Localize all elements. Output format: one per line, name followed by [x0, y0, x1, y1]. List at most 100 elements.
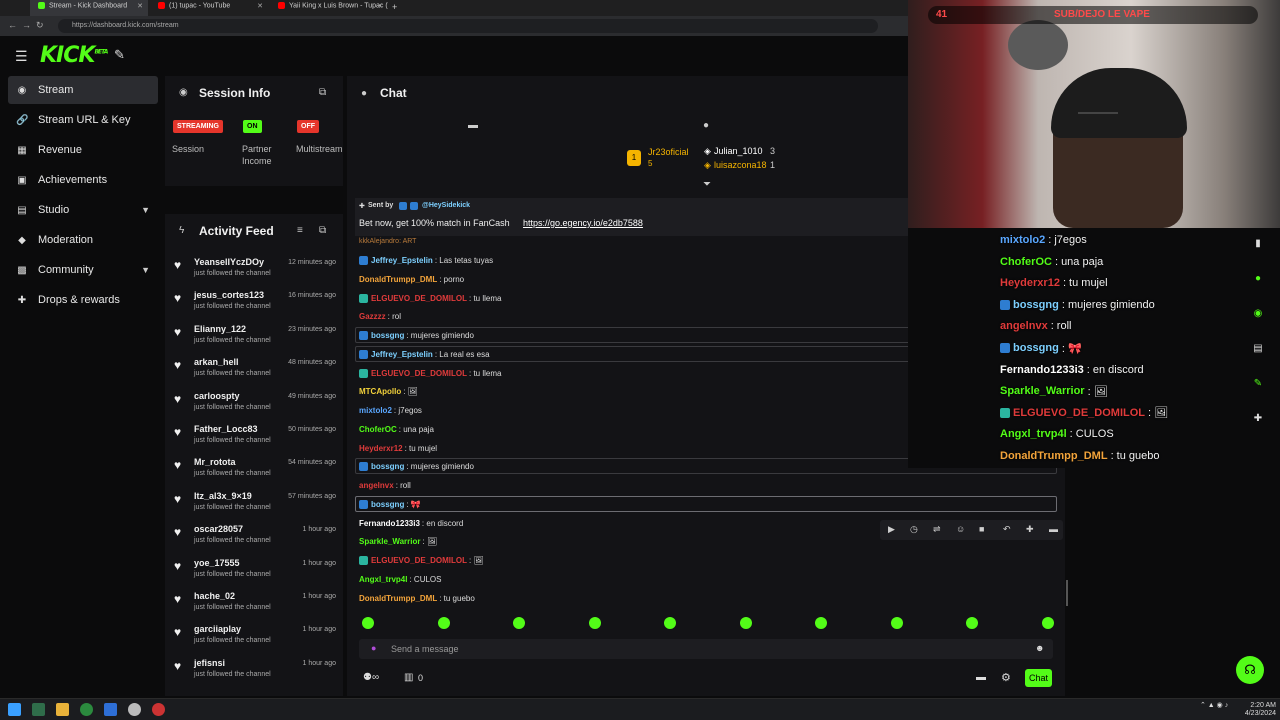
chat-message[interactable]: Heyderxr12: tu mujel [359, 440, 437, 457]
recording-icon[interactable] [152, 703, 165, 716]
activity-username[interactable]: jefisnsi [194, 658, 225, 668]
chat-scrollbar[interactable] [1066, 580, 1068, 606]
sidebar-item-revenue[interactable]: ▦ Revenue [8, 136, 158, 164]
activity-username[interactable]: jesus_cortes123 [194, 290, 264, 300]
pinned-link[interactable]: https://go.egency.io/e2db7588 [523, 218, 643, 228]
reload-icon[interactable]: ↻ [36, 20, 44, 31]
system-tray-icons[interactable]: ⌃ ▲ ◉ ♪ [1200, 702, 1228, 710]
microphone-icon[interactable]: ● [371, 643, 376, 653]
chat-message[interactable]: ELGUEVO_DE_DOMILOL: tu llema [359, 290, 501, 307]
emoji-icon[interactable]: ☻ [1035, 643, 1044, 653]
file-explorer-icon[interactable] [56, 703, 69, 716]
chat-settings-icon[interactable]: ▬ [976, 672, 986, 683]
chat-username[interactable]: Angxl_trvp4l [359, 575, 407, 584]
activity-username[interactable]: YeanselIYczDOy [194, 257, 264, 267]
play-icon[interactable]: ▶ [888, 524, 895, 535]
pinned-sender[interactable]: @HeySidekick [422, 202, 470, 209]
activity-username[interactable]: Itz_al3x_9×19 [194, 491, 252, 501]
emote-icon[interactable] [437, 617, 450, 629]
chat-username[interactable]: ChoferOC [359, 425, 397, 434]
activity-username[interactable]: arkan_hell [194, 357, 239, 367]
chat-username[interactable]: ELGUEVO_DE_DOMILOL [371, 556, 467, 565]
sidebar-item-studio[interactable]: ▤ Studio ▼ [8, 196, 158, 224]
emote-only-icon[interactable]: ☺ [956, 524, 965, 534]
chat-bubble-icon[interactable]: ● [1250, 271, 1266, 287]
chat-message[interactable]: DonaldTrumpp_DML: porno [359, 271, 464, 288]
popout-icon[interactable]: ⧉ [319, 225, 326, 236]
close-icon[interactable]: ✕ [377, 2, 383, 10]
delete-icon[interactable]: ■ [979, 524, 984, 534]
sidebar-item-drops-rewards[interactable]: ✚ Drops & rewards [8, 286, 158, 314]
activity-username[interactable]: Mr_rotota [194, 457, 236, 467]
queue-icon[interactable]: ▮ [1250, 236, 1266, 252]
windows-start-icon[interactable] [8, 703, 21, 716]
emote-icon[interactable] [815, 617, 827, 629]
activity-username[interactable]: hache_02 [194, 591, 235, 601]
puzzle-icon[interactable]: ✚ [1250, 411, 1266, 427]
chat-bubble-icon[interactable]: ● [703, 120, 709, 131]
slow-mode-icon[interactable]: ⇌ [933, 524, 941, 535]
chat-username[interactable]: bossgng [371, 462, 404, 471]
undo-icon[interactable]: ↶ [1003, 524, 1011, 535]
chat-input-box[interactable]: ● Send a message ☻ [359, 639, 1053, 659]
new-tab-icon[interactable]: + [392, 2, 397, 12]
obs-icon[interactable] [128, 703, 141, 716]
emote-icon[interactable] [588, 617, 601, 629]
activity-username[interactable]: garciiaplay [194, 624, 241, 634]
chat-username[interactable]: angelnvx [359, 481, 394, 490]
sidebar-item-stream-url-key[interactable]: 🔗 Stream URL & Key [8, 106, 158, 134]
clock-icon[interactable]: ◷ [910, 524, 918, 535]
chat-username[interactable]: DonaldTrumpp_DML [359, 275, 437, 284]
chat-username[interactable]: Heyderxr12 [359, 444, 403, 453]
chat-username[interactable]: Jeffrey_Epstelin [371, 350, 433, 359]
chat-message[interactable]: mixtolo2: j7egos [359, 402, 422, 419]
chat-message[interactable]: ELGUEVO_DE_DOMILOL: tu llema [359, 365, 501, 382]
chat-input[interactable]: Send a message [391, 644, 459, 654]
emote-icon[interactable] [739, 617, 752, 629]
gifter-name[interactable]: Julian_1010 [714, 146, 763, 156]
emote-icon[interactable] [513, 617, 525, 629]
pin-icon[interactable]: ✎ [114, 47, 125, 63]
app-icon[interactable] [104, 703, 117, 716]
chat-message[interactable]: ChoferOC: una paja [359, 421, 434, 438]
browser-tab[interactable]: (1) tupac - YouTube ✕ [150, 0, 268, 16]
terminal-icon[interactable] [32, 703, 45, 716]
sidebar-item-stream[interactable]: ◉ Stream [8, 76, 158, 104]
chat-username[interactable]: bossgng [371, 500, 404, 509]
chat-username[interactable]: ELGUEVO_DE_DOMILOL [371, 369, 467, 378]
chevron-down-icon[interactable]: ▼ [141, 205, 150, 215]
chat-message[interactable]: ELGUEVO_DE_DOMILOL: 🖼 [359, 552, 484, 569]
chat-message[interactable]: bossgng: 🎀 [359, 496, 421, 513]
chat-username[interactable]: MTCApollo [359, 387, 401, 396]
chat-message[interactable]: Fernando1233i3: en discord [359, 515, 463, 532]
pin-icon[interactable]: ✚ [1026, 524, 1034, 535]
wrench-icon[interactable]: ✎ [1250, 376, 1266, 392]
forward-icon[interactable]: → [22, 20, 31, 30]
chrome-icon[interactable] [80, 703, 93, 716]
support-chat-button[interactable]: ☊ [1236, 656, 1264, 684]
back-icon[interactable]: ← [8, 20, 17, 30]
sidebar-item-moderation[interactable]: ◆ Moderation [8, 226, 158, 254]
activity-username[interactable]: Father_Locc83 [194, 424, 258, 434]
chat-username[interactable]: ELGUEVO_DE_DOMILOL [371, 294, 467, 303]
trash-icon[interactable]: ▬ [1049, 524, 1058, 534]
trash-icon[interactable]: ▬ [468, 120, 478, 131]
chat-message[interactable]: Sparkle_Warrior: 🖼 [359, 533, 437, 550]
chat-username[interactable]: Gazzzz [359, 312, 386, 321]
chat-message[interactable]: bossgng: mujeres gimiendo [359, 458, 474, 475]
clock[interactable]: 2:20 AM 4/23/2024 [1236, 702, 1276, 718]
emote-icon[interactable] [1041, 617, 1054, 629]
close-icon[interactable]: ✕ [137, 2, 143, 10]
viewers-icon[interactable]: ⚉∞ [363, 672, 379, 683]
emote-icon[interactable] [362, 617, 374, 629]
chat-message[interactable]: angelnvx: roll [359, 477, 411, 494]
gift-icon[interactable]: ▥ [404, 672, 413, 683]
chat-username[interactable]: bossgng [371, 331, 404, 340]
chat-message[interactable]: DonaldTrumpp_DML: tu guebo [359, 590, 475, 607]
emote-icon[interactable] [890, 617, 903, 629]
send-chat-button[interactable]: Chat [1025, 669, 1052, 687]
browser-tab[interactable]: Stream - Kick Dashboard ✕ [30, 0, 148, 16]
chat-message[interactable]: Jeffrey_Epstelin: La real es esa [359, 346, 490, 363]
chat-username[interactable]: Fernando1233i3 [359, 519, 420, 528]
chat-username[interactable]: Jeffrey_Epstelin [371, 256, 433, 265]
